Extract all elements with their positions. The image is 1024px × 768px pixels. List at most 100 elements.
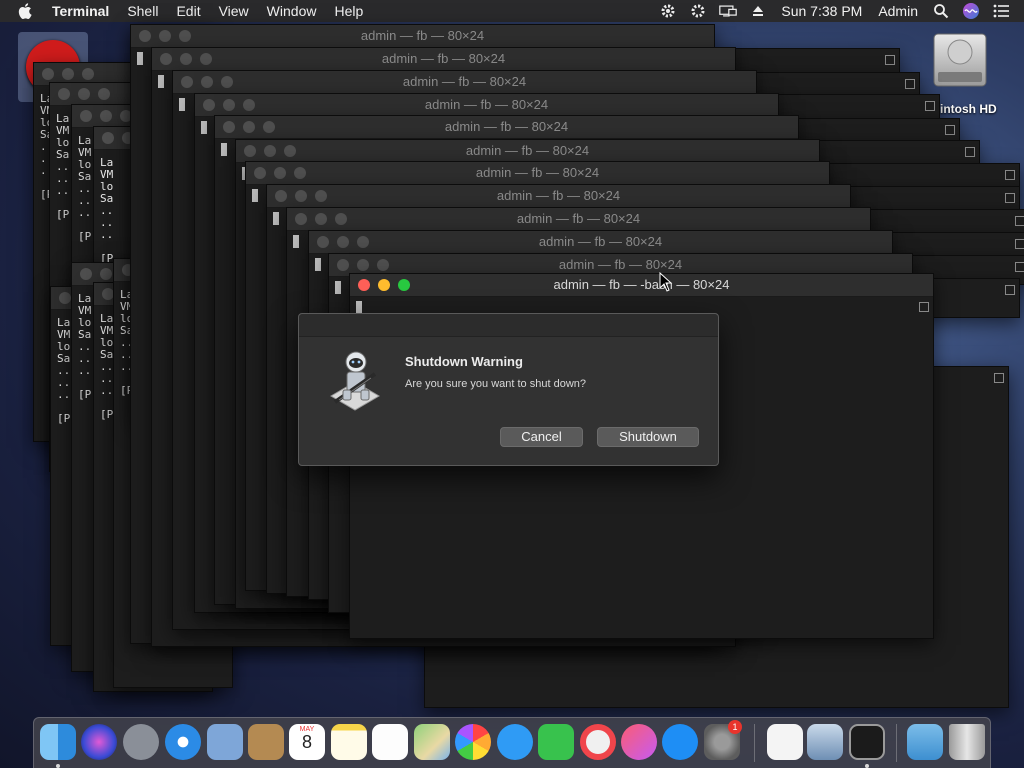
minimize-button[interactable] — [201, 76, 213, 88]
minimize-button[interactable] — [295, 190, 307, 202]
news-icon[interactable] — [580, 724, 616, 760]
window-title-bar[interactable]: admin — fb — -bash — 80×24 — [350, 274, 933, 297]
menubar-clock[interactable]: Sun 7:38 PM — [781, 3, 862, 19]
minimize-button[interactable] — [378, 279, 390, 291]
cancel-button[interactable]: Cancel — [500, 427, 583, 447]
close-button[interactable] — [139, 30, 151, 42]
list-icon[interactable] — [992, 2, 1010, 20]
minimize-button[interactable] — [78, 88, 90, 100]
mail-icon[interactable] — [207, 724, 243, 760]
menu-help[interactable]: Help — [334, 3, 363, 19]
gear-icon[interactable] — [689, 2, 707, 20]
siri-icon[interactable] — [962, 2, 980, 20]
close-button[interactable] — [59, 292, 71, 304]
minimize-button[interactable] — [159, 30, 171, 42]
close-button[interactable] — [42, 68, 54, 80]
zoom-button[interactable] — [82, 68, 94, 80]
zoom-button[interactable] — [284, 145, 296, 157]
menu-edit[interactable]: Edit — [176, 3, 200, 19]
scroll-indicator-icon[interactable] — [1005, 193, 1015, 203]
window-title-bar[interactable]: admin — fb — 80×24 — [152, 48, 735, 71]
menu-terminal[interactable]: Terminal — [52, 3, 109, 19]
close-button[interactable] — [295, 213, 307, 225]
scroll-indicator-icon[interactable] — [945, 125, 955, 135]
scroll-indicator-icon[interactable] — [1005, 285, 1015, 295]
close-button[interactable] — [80, 110, 92, 122]
search-icon[interactable] — [932, 2, 950, 20]
minimize-button[interactable] — [357, 259, 369, 271]
close-button[interactable] — [254, 167, 266, 179]
window-title-bar[interactable]: admin — fb — 80×24 — [173, 71, 756, 94]
gear-icon[interactable] — [659, 2, 677, 20]
close-button[interactable] — [275, 190, 287, 202]
scroll-indicator-icon[interactable] — [965, 147, 975, 157]
facetime-icon[interactable] — [538, 724, 574, 760]
zoom-button[interactable] — [315, 190, 327, 202]
scroll-indicator-icon[interactable] — [919, 302, 929, 312]
reminders-icon[interactable] — [372, 724, 408, 760]
minimize-button[interactable] — [62, 68, 74, 80]
close-button[interactable] — [80, 268, 92, 280]
window-title-bar[interactable]: admin — fb — 80×24 — [246, 162, 829, 185]
zoom-button[interactable] — [200, 53, 212, 65]
window-title-bar[interactable]: admin — fb — 80×24 — [195, 94, 778, 117]
zoom-button[interactable] — [221, 76, 233, 88]
close-button[interactable] — [102, 132, 114, 144]
scroll-indicator-icon[interactable] — [1015, 262, 1024, 272]
contacts-icon[interactable] — [248, 724, 284, 760]
launchpad-icon[interactable] — [123, 724, 159, 760]
zoom-button[interactable] — [294, 167, 306, 179]
minimize-button[interactable] — [223, 99, 235, 111]
scroll-indicator-icon[interactable] — [885, 55, 895, 65]
menu-view[interactable]: View — [219, 3, 249, 19]
system-preferences-icon[interactable]: 1 — [704, 720, 742, 760]
textedit-icon[interactable] — [767, 724, 803, 760]
zoom-button[interactable] — [263, 121, 275, 133]
scroll-indicator-icon[interactable] — [994, 373, 1004, 383]
calendar-icon[interactable]: MAY 8 — [289, 724, 325, 760]
close-button[interactable] — [223, 121, 235, 133]
window-title-bar[interactable]: admin — fb — 80×24 — [236, 140, 819, 163]
minimize-button[interactable] — [274, 167, 286, 179]
zoom-button[interactable] — [243, 99, 255, 111]
display-icon[interactable] — [719, 2, 738, 20]
app-store-icon[interactable] — [662, 724, 698, 760]
zoom-button[interactable] — [357, 236, 369, 248]
window-title-bar[interactable]: admin — fb — 80×24 — [267, 185, 850, 208]
zoom-button[interactable] — [179, 30, 191, 42]
zoom-button[interactable] — [98, 88, 110, 100]
preview-icon[interactable] — [807, 724, 843, 760]
hard-drive-icon[interactable] — [928, 30, 992, 90]
close-button[interactable] — [181, 76, 193, 88]
window-title-bar[interactable]: admin — fb — 80×24 — [131, 25, 714, 48]
shutdown-button[interactable]: Shutdown — [597, 427, 699, 447]
zoom-button[interactable] — [398, 279, 410, 291]
scroll-indicator-icon[interactable] — [925, 101, 935, 111]
close-button[interactable] — [160, 53, 172, 65]
minimize-button[interactable] — [100, 110, 112, 122]
close-button[interactable] — [358, 279, 370, 291]
scroll-indicator-icon[interactable] — [1015, 216, 1024, 226]
scroll-indicator-icon[interactable] — [905, 79, 915, 89]
menu-shell[interactable]: Shell — [127, 3, 158, 19]
minimize-button[interactable] — [100, 268, 112, 280]
trash-icon[interactable] — [949, 724, 985, 760]
close-button[interactable] — [337, 259, 349, 271]
downloads-folder-icon[interactable] — [907, 724, 943, 760]
terminal-icon[interactable] — [849, 724, 885, 760]
menu-window[interactable]: Window — [267, 3, 317, 19]
maps-icon[interactable] — [414, 724, 450, 760]
minimize-button[interactable] — [315, 213, 327, 225]
zoom-button[interactable] — [377, 259, 389, 271]
messages-icon[interactable] — [497, 724, 533, 760]
scroll-indicator-icon[interactable] — [1005, 170, 1015, 180]
finder-icon[interactable] — [40, 724, 76, 760]
close-button[interactable] — [203, 99, 215, 111]
notes-icon[interactable] — [331, 724, 367, 760]
minimize-button[interactable] — [337, 236, 349, 248]
window-title-bar[interactable]: admin — fb — 80×24 — [309, 231, 892, 254]
window-title-bar[interactable]: admin — fb — 80×24 — [287, 208, 870, 231]
itunes-icon[interactable] — [621, 724, 657, 760]
siri-icon[interactable] — [81, 724, 117, 760]
minimize-button[interactable] — [264, 145, 276, 157]
